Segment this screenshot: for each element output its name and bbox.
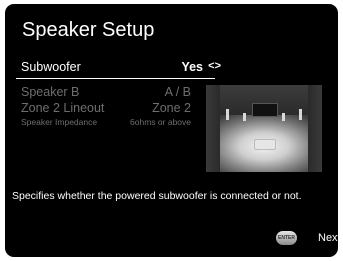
front-left-speaker-icon: [226, 109, 229, 120]
speaker-impedance-label: Speaker Impedance: [21, 117, 98, 127]
front-right-inner-speaker-icon: [282, 113, 285, 121]
room-preview-image: [206, 85, 322, 172]
speaker-b-label: Speaker B: [21, 85, 80, 99]
selected-row-underline: [16, 78, 215, 79]
left-right-arrows-icon[interactable]: <>: [208, 60, 221, 72]
setting-description: Specifies whether the powered subwoofer …: [12, 190, 302, 202]
front-left-inner-speaker-icon: [243, 113, 246, 121]
enter-button-icon[interactable]: ENTER: [276, 231, 297, 245]
subwoofer-label: Subwoofer: [21, 60, 81, 74]
speaker-impedance-setting-row: Speaker Impedance 6ohms or above: [16, 117, 221, 135]
tv-icon: [252, 103, 278, 117]
sofa-icon: [254, 139, 276, 150]
subwoofer-value: Yes: [181, 60, 203, 74]
page-title: Speaker Setup: [22, 19, 155, 41]
front-right-speaker-icon: [299, 109, 302, 120]
speaker-impedance-value: 6ohms or above: [130, 117, 191, 127]
zone2-lineout-label: Zone 2 Lineout: [21, 101, 105, 115]
speaker-setup-screen: Speaker Setup Subwoofer Yes <> Speaker B…: [5, 4, 338, 257]
subwoofer-setting-row[interactable]: Subwoofer Yes <>: [16, 60, 221, 78]
next-label: Next: [318, 232, 338, 244]
zone2-lineout-value: Zone 2: [152, 101, 191, 115]
room-left-wall: [206, 85, 220, 172]
speaker-b-value: A / B: [164, 85, 191, 99]
room-right-wall: [308, 85, 322, 172]
